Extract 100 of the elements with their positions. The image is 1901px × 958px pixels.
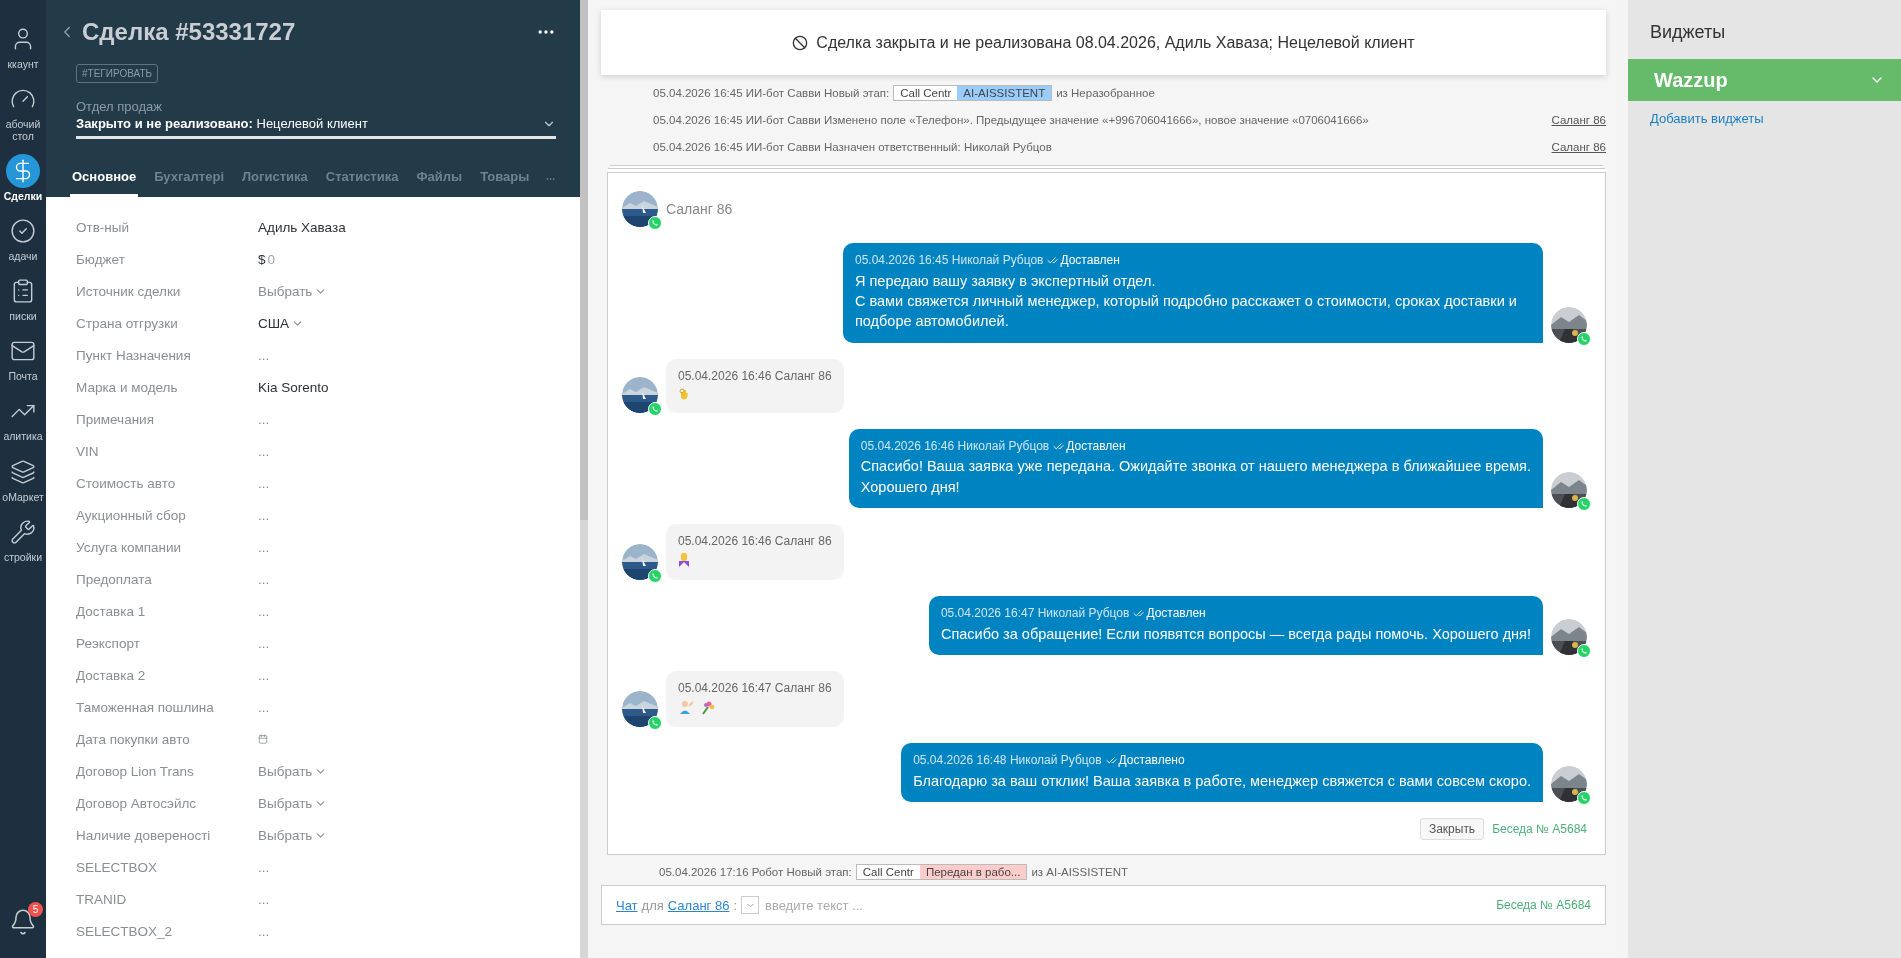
field-value[interactable]: ... bbox=[258, 443, 270, 459]
scrollbar[interactable] bbox=[580, 0, 588, 958]
nav-item[interactable]: оМаркет bbox=[0, 454, 46, 503]
contact-link[interactable]: Саланг 86 bbox=[667, 897, 730, 913]
message-text: Благодарю за ваш отклик! Ваша заявка в работе, менеджер свяжется с вами совсем скоро. bbox=[913, 771, 1531, 791]
field-value[interactable]: ... bbox=[258, 411, 270, 427]
nav-item[interactable]: абочий стол bbox=[0, 82, 46, 143]
nav-item[interactable]: алитика bbox=[0, 394, 46, 443]
field-label: Аукционный сбор bbox=[76, 507, 187, 523]
nav-item[interactable]: адачи bbox=[0, 214, 46, 263]
field-value[interactable]: ... bbox=[258, 603, 270, 619]
field-value[interactable]: $0 bbox=[258, 251, 276, 267]
field-label: Наличие довереності bbox=[76, 827, 212, 843]
stage-label: Call Centr bbox=[894, 85, 958, 100]
field-label: Договор Автосэйлс bbox=[76, 795, 198, 811]
tab[interactable]: Товары bbox=[478, 161, 532, 197]
field-label: Марка и модель bbox=[76, 379, 179, 395]
field-value[interactable]: ... bbox=[258, 699, 270, 715]
pipeline-name: Отдел продаж bbox=[76, 99, 163, 114]
message-meta: 05.04.2026 16:45 Николай Рубцов bbox=[855, 252, 1044, 269]
field-label: Предоплата bbox=[76, 571, 153, 587]
conversation-link[interactable]: Беседа № A5684 bbox=[1496, 898, 1591, 913]
double-check-icon bbox=[1053, 440, 1065, 452]
whatsapp-icon bbox=[1577, 644, 1591, 659]
tab[interactable]: Основное bbox=[70, 161, 139, 197]
chat-link[interactable]: Чат bbox=[616, 897, 638, 913]
contact-link[interactable]: Саланг 86 bbox=[1551, 140, 1606, 153]
person-icon bbox=[678, 699, 694, 716]
status-select[interactable]: Закрыто и не реализовано: Нецелевой клиент bbox=[76, 116, 556, 139]
tab[interactable]: Логистика bbox=[240, 161, 310, 197]
field-label: TRANID bbox=[76, 891, 128, 907]
layers-icon bbox=[10, 458, 36, 485]
bouquet-icon bbox=[700, 699, 716, 716]
event-text: из Неразобранное bbox=[1056, 86, 1155, 99]
field-label: Примечания bbox=[76, 411, 155, 427]
contact-link[interactable]: Саланг 86 bbox=[1551, 113, 1606, 126]
close-chat-button[interactable]: Закрыть bbox=[1419, 818, 1485, 841]
whatsapp-icon bbox=[648, 216, 662, 230]
field-value[interactable]: Kia Sorento bbox=[258, 379, 329, 395]
field-label: VIN bbox=[76, 443, 100, 459]
nav-item[interactable]: стройки bbox=[0, 514, 46, 563]
field-value[interactable]: ... bbox=[258, 667, 270, 683]
message-meta: 05.04.2026 16:47 Саланг 86 bbox=[678, 681, 832, 696]
add-widgets-link[interactable]: Добавить виджеты bbox=[1650, 111, 1901, 126]
nav-item[interactable]: Почта bbox=[0, 334, 46, 383]
field-label: Доставка 1 bbox=[76, 603, 147, 619]
field-label: Отв-ный bbox=[76, 219, 131, 235]
nav-item[interactable]: ккаунт bbox=[0, 22, 46, 71]
event-text: из AI-AISSISTENT bbox=[1031, 866, 1129, 879]
delivery-status: Доставлен bbox=[1053, 437, 1126, 455]
tag-button[interactable]: #ТЕГИРОВАТЬ bbox=[76, 64, 159, 83]
message-text: Спасибо за обращение! Если появятся вопросы — всегда рады помочь. Хорошего дня! bbox=[940, 624, 1531, 644]
field-label: Услуга компании bbox=[76, 539, 183, 555]
conversation-link[interactable]: Беседа № A5684 bbox=[1492, 822, 1587, 837]
tab[interactable]: Файлы bbox=[414, 161, 465, 197]
tab[interactable]: Бухгалтері bbox=[152, 161, 226, 197]
template-select[interactable] bbox=[741, 896, 759, 915]
field-value[interactable]: ... bbox=[258, 891, 270, 907]
select-field[interactable]: США bbox=[258, 315, 305, 331]
field-label: Договор Lion Trans bbox=[76, 763, 195, 779]
medal-icon bbox=[678, 552, 690, 569]
message-composer[interactable]: Чат для Саланг 86 : введите текст ... Беседа № A5684 bbox=[601, 885, 1606, 926]
select-field[interactable]: Выбрать bbox=[258, 763, 328, 779]
select-field[interactable]: Выбрать bbox=[258, 827, 328, 843]
field-value[interactable]: ... bbox=[258, 635, 270, 651]
widget-header[interactable]: Wazzup bbox=[1628, 59, 1901, 101]
event-text: 05.04.2026 16:45 ИИ-бот Савви Изменено поле «Телефон». Предыдущее значение «+996706041666», новое значение «0706041666» bbox=[653, 113, 1369, 126]
message-meta: 05.04.2026 16:47 Николай Рубцов bbox=[940, 605, 1130, 622]
field-label: Источник сделки bbox=[76, 283, 182, 299]
field-label: Таможенная пошлина bbox=[76, 699, 215, 715]
field-label: Доставка 2 bbox=[76, 667, 147, 683]
tab[interactable]: Статистика bbox=[323, 161, 401, 197]
whatsapp-icon bbox=[1577, 497, 1591, 512]
message-meta: 05.04.2026 16:46 Саланг 86 bbox=[678, 368, 832, 383]
event-text: 05.04.2026 16:45 ИИ-бот Савви Назначен ответственный: Николай Рубцов bbox=[653, 140, 1052, 153]
field-value[interactable]: ... bbox=[258, 923, 270, 939]
nav-item[interactable]: писки bbox=[0, 274, 46, 323]
composer-text: : bbox=[733, 897, 737, 913]
field-label: SELECTBOX bbox=[76, 859, 159, 875]
composer-text: для bbox=[641, 897, 664, 913]
select-field[interactable]: Выбрать bbox=[258, 283, 328, 299]
double-check-icon bbox=[1047, 254, 1059, 266]
field-value[interactable]: ... bbox=[258, 507, 270, 523]
field-value[interactable]: ... bbox=[258, 571, 270, 587]
message-meta: 05.04.2026 16:46 Саланг 86 bbox=[678, 534, 832, 549]
field-label: Реэкспорт bbox=[76, 635, 141, 651]
event-text: 05.04.2026 17:16 Робот Новый этап: bbox=[659, 866, 852, 879]
field-value[interactable]: ... bbox=[258, 859, 270, 875]
field-value[interactable]: Адиль Хаваза bbox=[258, 219, 346, 235]
deal-title: Сделка #53331727 bbox=[82, 18, 297, 46]
select-field[interactable]: Выбрать bbox=[258, 795, 328, 811]
field-value[interactable]: ... bbox=[258, 347, 270, 363]
date-field[interactable] bbox=[258, 734, 268, 744]
stage-label: Передан в рабо... bbox=[919, 865, 1027, 880]
delivery-status: Доставлен bbox=[1047, 252, 1120, 269]
stage-label: AI-AISSISTENT bbox=[957, 85, 1052, 100]
field-value[interactable]: ... bbox=[258, 475, 270, 491]
check-circle-icon bbox=[10, 218, 36, 245]
field-label: Пункт Назначения bbox=[76, 347, 192, 363]
field-value[interactable]: ... bbox=[258, 539, 270, 555]
